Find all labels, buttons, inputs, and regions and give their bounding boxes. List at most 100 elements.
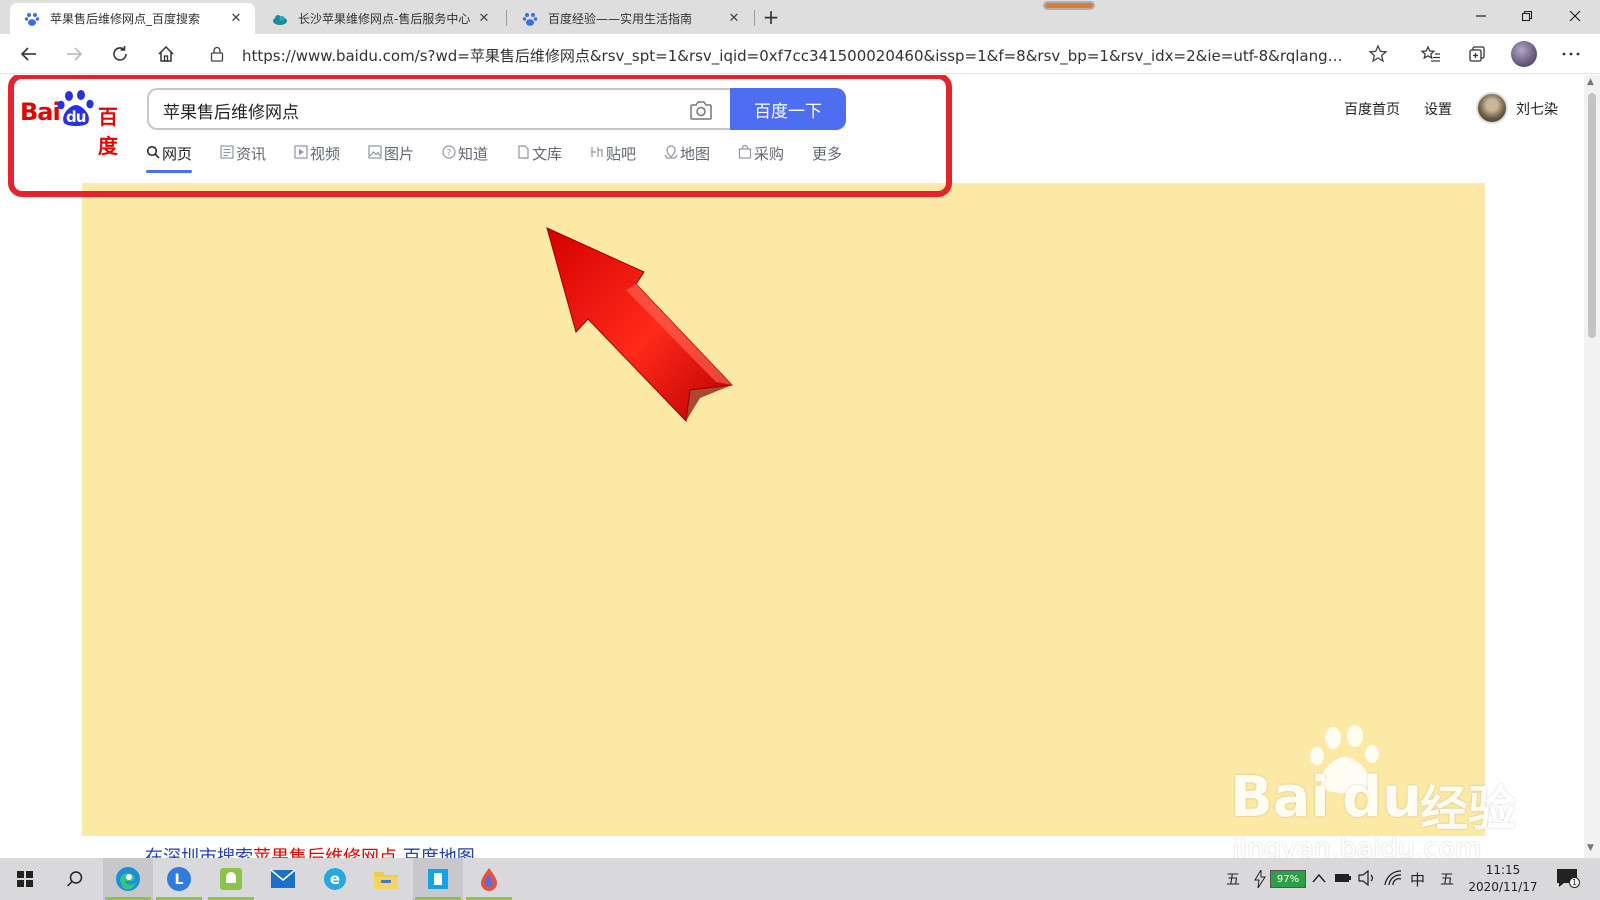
windows-start-icon: [17, 871, 33, 887]
notification-center-button[interactable]: 1: [1556, 868, 1580, 890]
browser-tab-strip: 苹果售后维修网点_百度搜索 ✕ 长沙苹果维修网点-售后服务中心 ✕ 百度经验——…: [0, 0, 1600, 34]
browser-tab[interactable]: 百度经验——实用生活指南 ✕: [508, 3, 753, 34]
collections-button[interactable]: [1462, 39, 1492, 69]
charging-icon: [1254, 870, 1266, 888]
store-icon: [428, 869, 448, 889]
clock-time: 11:15: [1485, 863, 1521, 877]
edge-icon: [116, 867, 140, 891]
baidu-home-link[interactable]: 百度首页: [1344, 99, 1400, 119]
restore-icon: [1521, 10, 1533, 22]
watermark-site: jingyan.baidu.com: [1232, 833, 1482, 858]
close-icon[interactable]: ✕: [227, 10, 245, 28]
tab-separator: [506, 10, 507, 26]
favorites-button[interactable]: [1416, 39, 1446, 69]
cloud-icon: [273, 14, 287, 25]
taskbar-ie[interactable]: e: [310, 858, 360, 900]
taskbar-android-app[interactable]: [206, 858, 256, 900]
star-icon[interactable]: [1368, 44, 1388, 64]
baidu-paw-icon: [24, 12, 40, 26]
forward-button[interactable]: [59, 39, 89, 69]
battery-indicator[interactable]: 97%: [1270, 870, 1306, 888]
folder-icon: [374, 872, 398, 889]
tab-title: 长沙苹果维修网点-售后服务中心: [298, 12, 471, 26]
collections-icon: [1469, 46, 1485, 62]
web-page: Bai du 百度 百度一下 网页 资讯 视频 图片: [0, 75, 1584, 858]
clock-date: 2020/11/17: [1468, 880, 1538, 894]
result-title-link[interactable]: 在深圳市搜索苹果售后维修网点 百度地图: [145, 843, 475, 858]
volume-icon[interactable]: [1358, 870, 1376, 886]
notification-count: 1: [1569, 877, 1580, 888]
browser-tab-active[interactable]: 苹果售后维修网点_百度搜索 ✕: [10, 3, 255, 34]
battery-icon[interactable]: [1334, 872, 1352, 884]
refresh-icon: [113, 46, 127, 61]
droplet-icon: [481, 868, 497, 891]
mail-icon: [270, 869, 296, 888]
username[interactable]: 刘七染: [1516, 99, 1558, 119]
taskbar-app-l[interactable]: L: [154, 858, 204, 900]
ime-language[interactable]: 中: [1410, 858, 1425, 900]
result-prefix: 在深圳市搜索: [145, 847, 253, 858]
ime-mode-secondary[interactable]: 五: [1440, 858, 1454, 900]
page-scrollbar[interactable]: ▲ ▼: [1584, 75, 1600, 858]
address-bar[interactable]: https://www.baidu.com/s?wd=苹果售后维修网点&rsv_…: [198, 38, 1398, 70]
svg-text:L: L: [175, 872, 184, 888]
browser-profile-avatar[interactable]: [1511, 41, 1537, 67]
start-button[interactable]: [0, 858, 50, 900]
wifi-icon[interactable]: [1384, 870, 1402, 886]
app-l-icon: L: [167, 867, 191, 891]
browser-tab[interactable]: 长沙苹果维修网点-售后服务中心 ✕: [258, 3, 503, 34]
browser-menu-button[interactable]: [1556, 39, 1586, 69]
ime-mode[interactable]: 五: [1226, 858, 1240, 900]
scroll-up-icon[interactable]: ▲: [1587, 77, 1594, 87]
window-drag-handle[interactable]: [1043, 1, 1095, 10]
favorites-icon: [1421, 45, 1440, 62]
close-icon: [1569, 10, 1581, 22]
chevron-up-icon[interactable]: [1312, 872, 1326, 884]
ie-icon: e: [324, 868, 346, 890]
new-tab-button[interactable]: +: [758, 4, 784, 30]
baidu-jingyan-watermark: Bai du 经验 jingyan.baidu.com: [1230, 725, 1530, 858]
arrow-left-icon: [20, 47, 36, 61]
result-keyword: 苹果售后维修网点: [253, 847, 397, 858]
home-icon: [158, 45, 174, 62]
tab-title: 百度经验——实用生活指南: [548, 12, 693, 26]
close-icon[interactable]: ✕: [475, 10, 493, 28]
search-icon: [66, 871, 83, 887]
taskbar-mail[interactable]: [258, 858, 308, 900]
refresh-button[interactable]: [105, 39, 135, 69]
home-button[interactable]: [151, 39, 181, 69]
close-icon[interactable]: ✕: [725, 10, 743, 28]
url-text[interactable]: https://www.baidu.com/s?wd=苹果售后维修网点&rsv_…: [242, 45, 1352, 66]
scroll-thumb[interactable]: [1588, 93, 1596, 338]
tab-title: 苹果售后维修网点_百度搜索: [50, 12, 201, 26]
android-icon: [220, 868, 242, 890]
taskbar-store[interactable]: [413, 858, 463, 900]
restore-button[interactable]: [1504, 0, 1550, 32]
minimize-button[interactable]: [1458, 0, 1504, 32]
browser-toolbar: https://www.baidu.com/s?wd=苹果售后维修网点&rsv_…: [0, 34, 1600, 74]
more-horizontal-icon: [1562, 52, 1580, 56]
watermark-jingyan: 经验: [1420, 781, 1517, 837]
tab-separator: [754, 10, 755, 26]
highlight-annotation-box: [8, 75, 952, 197]
windows-taskbar: L e 五 97% 中 五 11:15 2020/11/17 1: [0, 858, 1600, 900]
scroll-down-icon[interactable]: ▼: [1587, 843, 1594, 853]
window-close-button[interactable]: [1552, 0, 1598, 32]
taskbar-droplet-app[interactable]: [464, 858, 514, 900]
minimize-icon: [1476, 15, 1486, 17]
settings-link[interactable]: 设置: [1424, 99, 1452, 119]
result-suffix: 百度地图: [397, 847, 475, 858]
avatar[interactable]: [1476, 92, 1508, 124]
red-arrow-annotation: [546, 227, 734, 423]
taskbar-edge[interactable]: [103, 858, 153, 900]
baidu-paw-icon: [522, 12, 538, 26]
watermark-brand: Bai: [1230, 765, 1330, 830]
taskbar-file-explorer[interactable]: [361, 858, 411, 900]
arrow-right-icon: [67, 47, 83, 61]
back-button[interactable]: [14, 39, 44, 69]
system-clock[interactable]: 11:15 2020/11/17: [1468, 862, 1538, 896]
watermark-brand-du: du: [1342, 765, 1422, 830]
svg-text:e: e: [330, 870, 340, 888]
taskbar-search-button[interactable]: [50, 858, 100, 900]
lock-icon[interactable]: [210, 46, 224, 62]
